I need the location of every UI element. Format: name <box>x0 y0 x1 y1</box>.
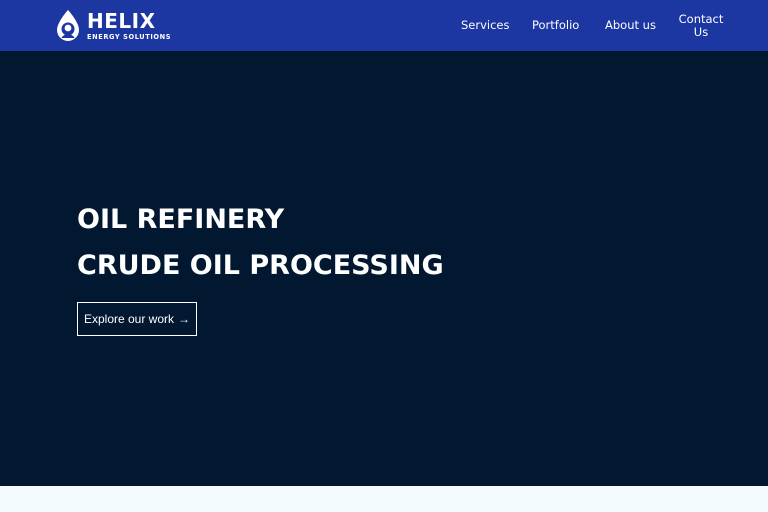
logo-link[interactable]: HELIX ENERGY SOLUTIONS <box>54 9 171 42</box>
nav-link-contact[interactable]: Contact Us <box>675 13 727 39</box>
nav-contact-line2: Us <box>693 25 709 39</box>
brand-name: HELIX <box>87 8 156 33</box>
next-section-strip <box>0 486 768 512</box>
nav-link-about[interactable]: About us <box>605 19 656 32</box>
explore-button-label: Explore our work <box>83 312 175 326</box>
hero-section: OIL REFINERY CRUDE OIL PROCESSING Explor… <box>0 51 768 486</box>
nav-link-services[interactable]: Services <box>461 19 510 32</box>
oil-drop-icon <box>57 10 79 41</box>
top-navbar: HELIX ENERGY SOLUTIONS Services Portfoli… <box>0 0 768 51</box>
hero-title-line2: CRUDE OIL PROCESSING <box>77 250 444 281</box>
nav-contact-line1: Contact <box>678 12 724 26</box>
explore-our-work-button[interactable]: Explore our work → <box>77 302 197 336</box>
nav-link-portfolio[interactable]: Portfolio <box>532 19 579 32</box>
hero-title-line1: OIL REFINERY <box>77 204 285 235</box>
brand-tagline: ENERGY SOLUTIONS <box>87 32 172 41</box>
arrow-right-icon: → <box>178 312 191 326</box>
logo-text: HELIX ENERGY SOLUTIONS <box>87 11 171 41</box>
